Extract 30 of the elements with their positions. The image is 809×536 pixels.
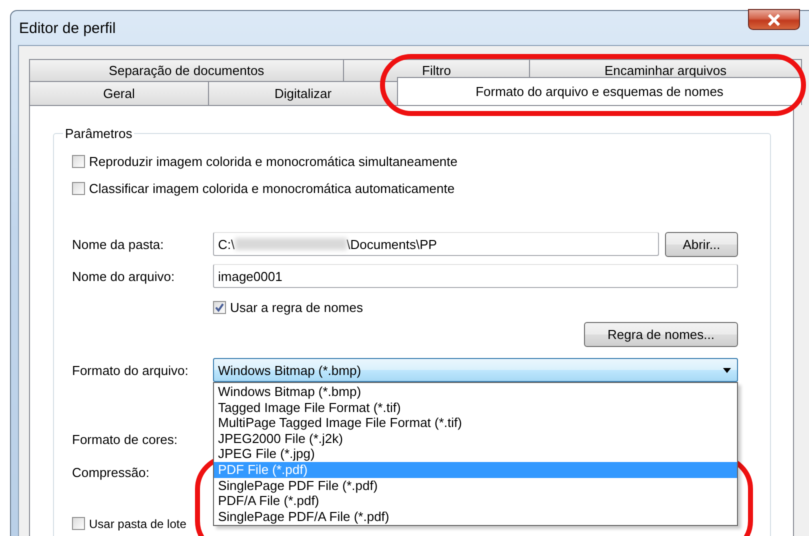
tab[interactable]: Separação de documentos [29, 59, 344, 81]
group-title: Parâmetros [64, 126, 134, 141]
dropdown-option[interactable]: JPEG File (*.jpg) [214, 446, 737, 462]
checkbox-label: Usar pasta de lote [89, 516, 186, 530]
checkbox-label: Classificar imagem colorida e monocromática automaticamente [89, 181, 455, 196]
field-label: Formato de cores: [72, 432, 178, 446]
dropdown-option[interactable]: Tagged Image File Format (*.tif) [214, 400, 737, 416]
file-name-field[interactable]: image0001 [213, 264, 738, 288]
dropdown-option[interactable]: JPEG2000 File (*.j2k) [214, 430, 737, 446]
open-button[interactable]: Abrir... [665, 232, 738, 256]
window-title: Editor de perfil [19, 20, 116, 36]
folder-path-start: C:\ [218, 236, 235, 252]
dropdown-option[interactable]: SinglePage PDF File (*.pdf) [214, 478, 737, 494]
field-label: Nome do arquivo: [72, 268, 176, 284]
field-label: Formato do arquivo: [72, 362, 190, 378]
dropdown-option[interactable]: SinglePage PDF/A File (*.pdf) [214, 508, 737, 524]
format-dropdown[interactable]: Windows Bitmap (*.bmp) [213, 358, 738, 382]
field-label: Compressão: [72, 464, 150, 480]
checkbox-label: Usar a regra de nomes [230, 300, 363, 314]
folder-path-end: \Documents\PP [346, 236, 437, 252]
dropdown-option[interactable]: PDF/A File (*.pdf) [214, 493, 737, 509]
naming-rule-button[interactable]: Regra de nomes... [584, 322, 738, 347]
tab[interactable]: Digitalizar [208, 81, 398, 105]
dropdown-option[interactable]: MultiPage Tagged Image File Format (*.tif) [214, 415, 737, 431]
checkbox-label: Reproduzir imagem colorida e monocromática simultaneamente [89, 154, 458, 169]
field-label: Nome da pasta: [72, 236, 165, 252]
folder-field[interactable]: C:\ \Documents\PP [213, 232, 659, 256]
tab[interactable]: Formato do arquivo e esquemas de nomes [397, 77, 802, 105]
tab[interactable]: Geral [29, 81, 209, 105]
dropdown-option[interactable]: Windows Bitmap (*.bmp) [214, 384, 737, 400]
